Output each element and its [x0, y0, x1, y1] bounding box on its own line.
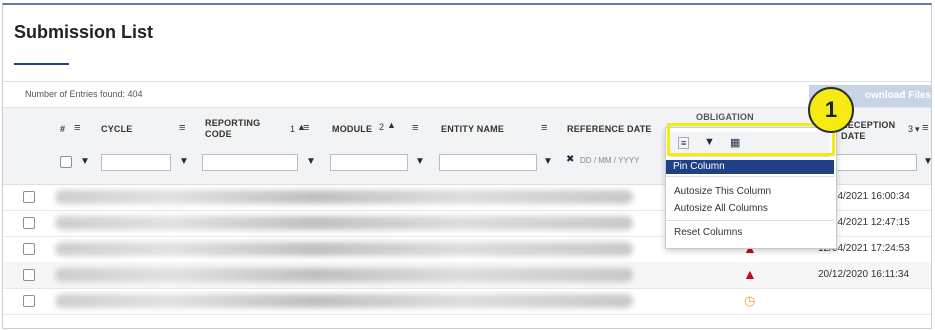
pin-column-menu-item[interactable]: Pin Column	[666, 160, 834, 174]
table-row[interactable]: ▲ 20/12/2020 16:11:34	[3, 262, 931, 289]
title-underline	[14, 63, 69, 65]
sort-order: 3	[908, 124, 914, 134]
entity-name-filter-input[interactable]	[439, 154, 537, 171]
col-header-obligation[interactable]: OBLIGATION	[696, 112, 754, 122]
clear-date-icon[interactable]: ✖	[566, 154, 574, 165]
reporting-code-filter-input[interactable]	[202, 154, 298, 171]
sort-order: 2	[379, 122, 385, 132]
reception-date-filter-input[interactable]	[833, 154, 917, 171]
col-header-reference-date[interactable]: REFERENCE DATE	[567, 124, 652, 134]
row-checkbox[interactable]	[23, 295, 35, 307]
column-menu-icon[interactable]: ≡	[179, 122, 185, 134]
redacted-content	[55, 268, 633, 282]
col-header-reporting-code[interactable]: REPORTING CODE	[205, 118, 265, 140]
highlight-box	[667, 123, 835, 156]
clock-icon: ◷	[744, 293, 756, 308]
row-checkbox[interactable]	[23, 243, 35, 255]
table-row[interactable]: ◷	[3, 288, 931, 315]
entries-count: Number of Entries found: 404	[25, 89, 143, 99]
reset-columns-item[interactable]: Reset Columns	[674, 227, 742, 238]
filter-icon[interactable]: ▼	[923, 156, 931, 167]
reference-date-input[interactable]: DD / MM / YYYY	[580, 156, 639, 165]
filter-icon[interactable]: ▼	[543, 156, 553, 167]
sort-order: 1	[290, 124, 296, 134]
autosize-this-column-item[interactable]: Autosize This Column	[674, 186, 771, 197]
menu-divider	[666, 176, 834, 177]
col-header-cycle[interactable]: CYCLE	[101, 124, 133, 134]
sort-asc-icon: ▲	[387, 120, 396, 130]
column-menu-icon[interactable]: ≡	[303, 122, 309, 134]
cycle-filter-input[interactable]	[101, 154, 171, 171]
menu-divider	[666, 220, 834, 221]
redacted-content	[55, 242, 633, 256]
column-menu-icon[interactable]: ≡	[922, 122, 928, 134]
reception-date: 20/12/2020 16:11:34	[818, 269, 910, 280]
warning-icon: ▲	[743, 266, 757, 282]
col-header-reception-date[interactable]: RECEPTION DATE	[841, 120, 901, 142]
filter-icon[interactable]: ▼	[306, 156, 316, 167]
divider	[3, 81, 931, 82]
row-checkbox[interactable]	[23, 217, 35, 229]
column-menu-icon[interactable]: ≡	[74, 122, 80, 134]
column-menu-icon[interactable]: ≡	[412, 122, 418, 134]
filter-icon[interactable]: ▼	[415, 156, 425, 167]
redacted-content	[55, 294, 633, 308]
col-header-module[interactable]: MODULE	[332, 124, 372, 134]
filter-icon[interactable]: ▼	[80, 156, 90, 167]
sort-desc-icon: ▾	[915, 124, 920, 134]
module-filter-input[interactable]	[330, 154, 408, 171]
page-title: Submission List	[14, 22, 154, 42]
col-header-entity-name[interactable]: ENTITY NAME	[441, 124, 504, 134]
redacted-content	[55, 216, 633, 230]
col-header-number: #	[60, 124, 66, 134]
redacted-content	[55, 190, 633, 204]
column-menu-icon[interactable]: ≡	[541, 122, 547, 134]
row-checkbox[interactable]	[23, 269, 35, 281]
row-checkbox[interactable]	[23, 191, 35, 203]
select-all-checkbox[interactable]	[60, 156, 72, 168]
filter-icon[interactable]: ▼	[179, 156, 189, 167]
autosize-all-columns-item[interactable]: Autosize All Columns	[674, 203, 768, 214]
callout-badge: 1	[808, 87, 854, 133]
submission-list-panel: Submission List Number of Entries found:…	[2, 3, 932, 329]
